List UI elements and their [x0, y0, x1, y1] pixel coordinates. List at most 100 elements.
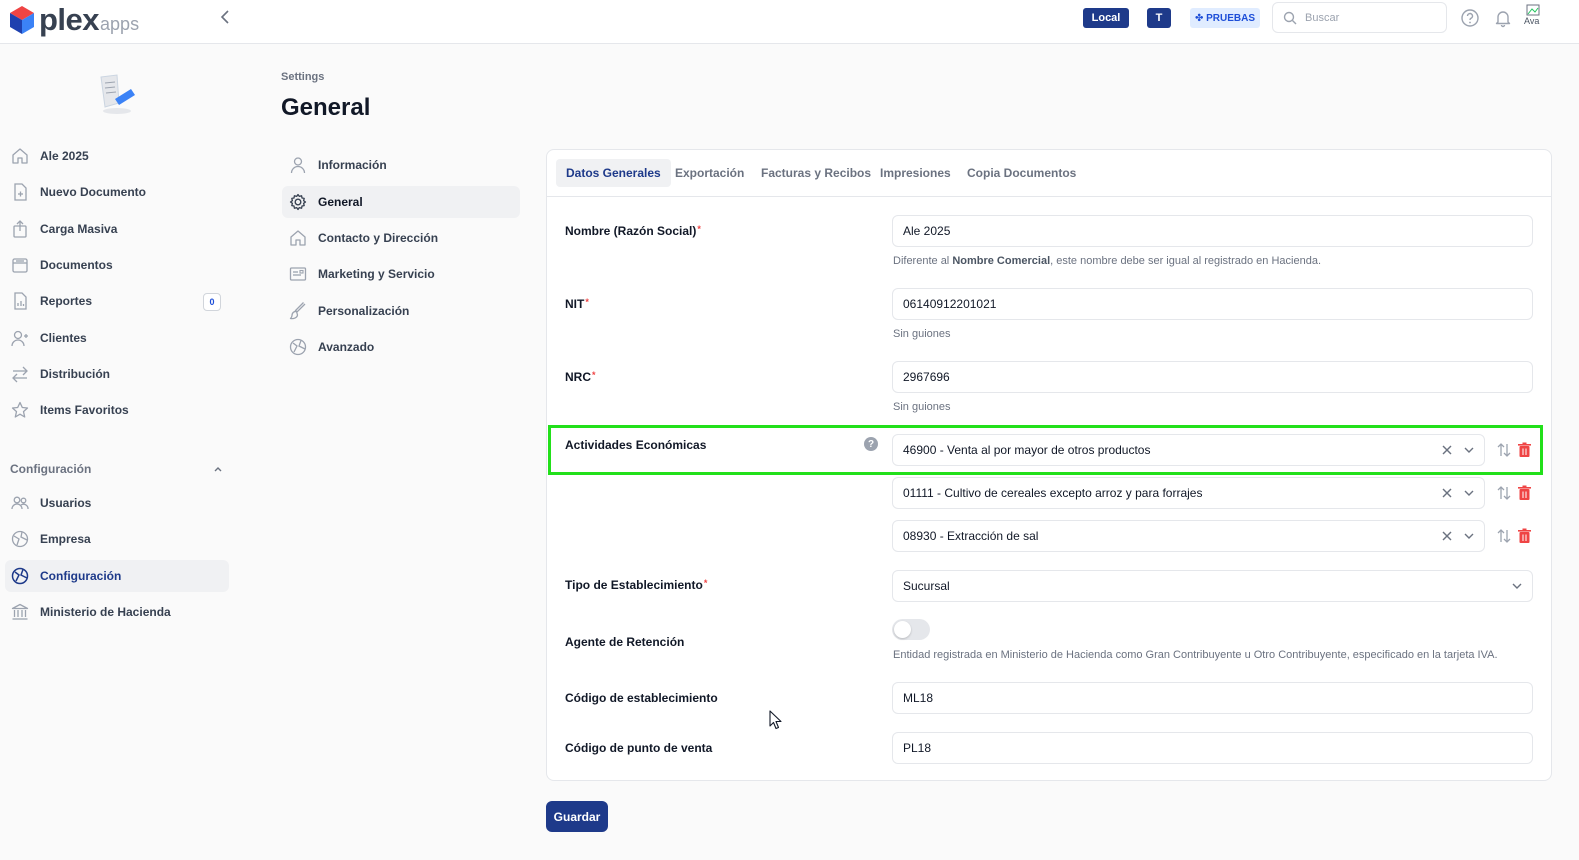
settings-nav-marketing[interactable]: Marketing y Servicio: [282, 258, 520, 290]
settings-nav-label: Contacto y Dirección: [318, 231, 439, 245]
logo-subtext: apps: [100, 14, 140, 34]
sidebar-item-nuevo-documento[interactable]: Nuevo Documento: [5, 176, 229, 208]
company-logo-icon: [100, 74, 135, 114]
sidebar-item-configuracion[interactable]: Configuración: [5, 560, 229, 592]
tab-datos-generales[interactable]: Datos Generales: [556, 159, 671, 187]
settings-nav-general[interactable]: General: [282, 186, 520, 218]
sidebar-item-label: Documentos: [40, 258, 113, 272]
search-box[interactable]: [1272, 2, 1447, 33]
nombre-help-suffix: , este nombre debe ser igual al registra…: [1050, 255, 1322, 267]
home-icon: [12, 148, 28, 164]
nombre-help: Diferente al Nombre Comercial, este nomb…: [893, 255, 1321, 267]
chevron-down-icon[interactable]: [1462, 443, 1476, 457]
star-icon: [11, 401, 29, 418]
actividad-select-value: 46900 - Venta al por mayor de otros prod…: [903, 443, 1151, 457]
environment-badge[interactable]: Local: [1083, 8, 1129, 28]
chevron-up-icon: [214, 467, 222, 472]
upload-icon: [13, 220, 27, 238]
settings-nav-contacto[interactable]: Contacto y Dirección: [282, 222, 520, 254]
chevron-left-icon[interactable]: [217, 8, 233, 26]
chevron-down-icon[interactable]: [1462, 529, 1476, 543]
trash-icon[interactable]: [1517, 528, 1532, 544]
user-initial-badge[interactable]: T: [1147, 8, 1171, 28]
tab-impresiones[interactable]: Impresiones: [870, 159, 961, 187]
nrc-field[interactable]: 2967696: [892, 361, 1533, 393]
settings-nav-personalizacion[interactable]: Personalización: [282, 295, 520, 327]
sidebar-item-ministerio-de-hacienda[interactable]: Ministerio de Hacienda: [5, 596, 229, 628]
search-input[interactable]: [1305, 11, 1435, 24]
mode-badge[interactable]: ✤ PRUEBAS: [1190, 8, 1260, 28]
sort-icon[interactable]: [1496, 442, 1512, 458]
trash-icon[interactable]: [1517, 485, 1532, 501]
clear-icon[interactable]: [1440, 486, 1454, 500]
report-icon: [14, 292, 27, 310]
nombre-field[interactable]: Ale 2025: [892, 215, 1533, 247]
tab-facturas-y-recibos[interactable]: Facturas y Recibos: [751, 159, 881, 187]
cod-establecimiento-field[interactable]: ML18: [892, 682, 1533, 714]
tab-exportacion[interactable]: Exportación: [665, 159, 754, 187]
app-logo[interactable]: plex apps: [9, 2, 140, 37]
sidebar-item-label: Usuarios: [40, 496, 92, 510]
sort-icon[interactable]: [1496, 485, 1512, 501]
sidebar-item-usuarios[interactable]: Usuarios: [5, 487, 229, 519]
sidebar-item-ale-2025[interactable]: Ale 2025: [5, 140, 229, 172]
settings-nav-label: Marketing y Servicio: [318, 267, 435, 281]
home-icon: [290, 230, 306, 246]
chevron-down-icon[interactable]: [1462, 486, 1476, 500]
sidebar-item-label: Empresa: [40, 532, 91, 546]
actividad-select[interactable]: 46900 - Venta al por mayor de otros prod…: [892, 434, 1485, 466]
actividad-select[interactable]: 08930 - Extracción de sal: [892, 520, 1485, 552]
brush-icon: [289, 302, 306, 320]
sidebar-item-distribucion[interactable]: Distribución: [5, 358, 229, 390]
nombre-label-text: Nombre (Razón Social): [565, 224, 697, 238]
agente-toggle[interactable]: [892, 619, 930, 640]
user-add-icon: [11, 330, 28, 347]
required-marker: *: [592, 370, 596, 380]
nrc-label: NRC*: [565, 370, 596, 384]
sidebar-item-items-favoritos[interactable]: Items Favoritos: [5, 394, 229, 426]
clear-icon[interactable]: [1440, 443, 1454, 457]
settings-nav-informacion[interactable]: Información: [282, 149, 520, 181]
help-icon[interactable]: [1460, 8, 1480, 28]
sidebar-item-empresa[interactable]: Empresa: [5, 523, 229, 555]
sidebar-item-label: Configuración: [40, 569, 122, 583]
avatar-alt-text: Ava: [1524, 16, 1540, 26]
sidebar-item-reportes[interactable]: Reportes 0: [5, 285, 229, 317]
sidebar-item-documentos[interactable]: Documentos: [5, 249, 229, 281]
page-title: General: [281, 94, 371, 121]
sidebar-item-clientes[interactable]: Clientes: [5, 322, 229, 354]
required-marker: *: [585, 297, 589, 307]
breadcrumb[interactable]: Settings: [281, 71, 324, 83]
user-icon: [290, 157, 306, 174]
document-add-icon: [14, 183, 27, 201]
sort-icon[interactable]: [1496, 528, 1512, 544]
tipo-select[interactable]: Sucursal: [892, 570, 1533, 602]
actividades-label: Actividades Económicas: [565, 438, 707, 452]
clear-icon[interactable]: [1440, 529, 1454, 543]
agente-help: Entidad registrada en Ministerio de Haci…: [893, 649, 1498, 661]
logo-text: plex: [39, 2, 100, 37]
question-icon[interactable]: ?: [864, 437, 878, 451]
sidebar-item-label: Reportes: [40, 294, 93, 308]
sidebar-section-configuracion[interactable]: Configuración: [10, 460, 223, 478]
top-bar: plex apps Local T ✤ PRUEBAS Ava: [0, 0, 1579, 44]
trash-icon[interactable]: [1517, 442, 1532, 458]
bell-icon[interactable]: [1493, 8, 1513, 28]
actividad-select[interactable]: 01111 - Cultivo de cereales excepto arro…: [892, 477, 1485, 509]
save-button[interactable]: Guardar: [546, 801, 608, 832]
required-marker: *: [697, 224, 701, 234]
nit-label: NIT*: [565, 297, 589, 311]
tab-bar: Datos Generales Exportación Facturas y R…: [547, 150, 1551, 197]
nit-field[interactable]: 06140912201021: [892, 288, 1533, 320]
cod-punto-venta-label: Código de punto de venta: [565, 741, 713, 755]
tab-copia-documentos[interactable]: Copia Documentos: [957, 159, 1086, 187]
settings-nav-avanzado[interactable]: Avanzado: [282, 331, 520, 363]
nombre-help-prefix: Diferente al: [893, 255, 953, 267]
chevron-down-icon[interactable]: [1510, 579, 1524, 593]
count-badge: 0: [203, 293, 221, 311]
nombre-help-bold: Nombre Comercial: [952, 255, 1051, 267]
search-icon: [1283, 11, 1297, 24]
avatar[interactable]: Ava: [1524, 4, 1552, 32]
cod-punto-venta-field[interactable]: PL18: [892, 732, 1533, 764]
sidebar-item-carga-masiva[interactable]: Carga Masiva: [5, 213, 229, 245]
